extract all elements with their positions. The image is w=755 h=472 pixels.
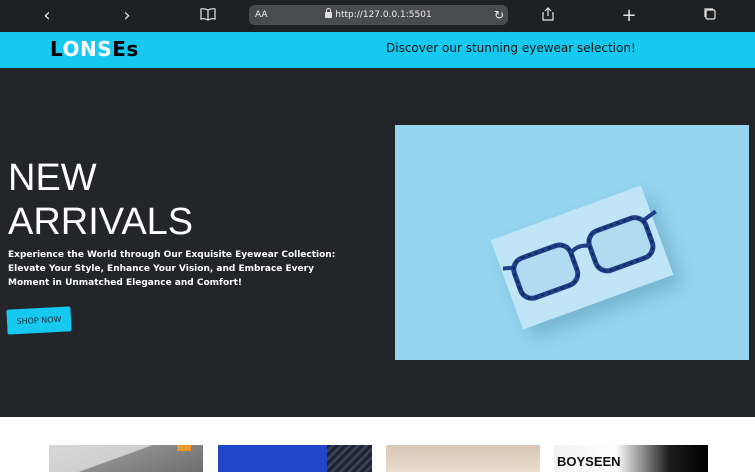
logo-part: L [50,37,63,61]
hero-title-line: NEW [8,157,97,199]
chevron-right-icon[interactable]: › [117,6,137,26]
hero-description: Experience the World through Our Exquisi… [8,250,336,288]
shop-now-button[interactable]: SHOP NOW [6,306,72,335]
hero-title-line: ARRIVALS [8,201,194,243]
product-card[interactable] [218,445,372,472]
plus-icon[interactable]: + [619,6,639,26]
chevron-left-icon[interactable]: ‹ [37,6,57,26]
address-bar[interactable]: AA http://127.0.0.1:5501 ↻ [249,5,508,25]
site-logo[interactable]: LONSEs [50,37,139,61]
site-header: LONSEs Discover our stunning eyewear sel… [0,32,755,68]
url-text: http://127.0.0.1:5501 [249,5,508,25]
hero-section: NEW ARRIVALS Experience the World throug… [0,68,755,417]
tabs-icon[interactable] [700,6,720,26]
reload-icon[interactable]: ↻ [494,5,504,25]
logo-part: NS [80,37,113,61]
product-card[interactable] [49,445,203,472]
browser-toolbar: ‹ › AA http://127.0.0.1:5501 ↻ + [0,0,755,32]
lock-icon [325,8,333,18]
share-icon[interactable] [538,6,558,26]
logo-part: O [62,37,81,61]
header-tagline: Discover our stunning eyewear selection! [386,41,636,55]
product-card[interactable] [386,445,540,472]
product-card[interactable]: BOYSEEN [554,445,708,472]
book-icon[interactable] [198,6,218,26]
products-section: BOYSEEN [0,417,755,472]
logo-part: Es [112,37,139,61]
product-image-accent [177,445,191,451]
product-brand-label: BOYSEEN [557,454,621,469]
eyeglasses-image [503,209,657,301]
url-value: http://127.0.0.1:5501 [335,10,432,20]
hero-image [395,125,749,360]
product-image-accent [327,445,372,472]
hero-title: NEW ARRIVALS [8,156,193,244]
